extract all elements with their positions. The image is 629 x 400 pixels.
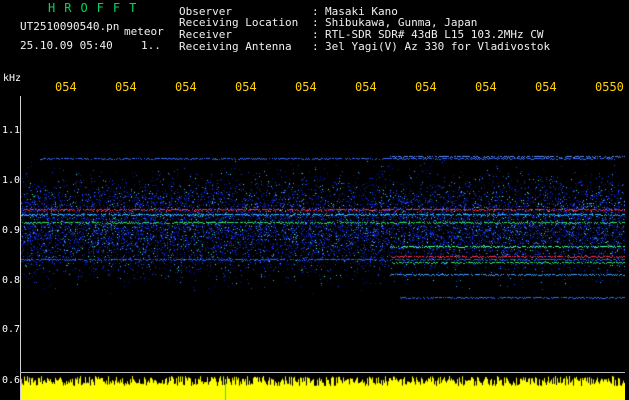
app-brand: HROFFT bbox=[48, 1, 146, 15]
time-tick: 054 bbox=[355, 80, 377, 94]
time-tick: 054 bbox=[175, 80, 197, 94]
time-tick: 054 bbox=[415, 80, 437, 94]
freq-tick: 1.0 bbox=[2, 175, 21, 186]
file-name: UT2510090540.pn bbox=[20, 20, 120, 33]
spectrogram-plot bbox=[20, 96, 625, 400]
info-value-antenna: 3el Yagi(V) Az 330 for Vladivostok bbox=[325, 40, 551, 53]
capture-datetime: 25.10.09 05:40 bbox=[20, 39, 113, 52]
marker-label: 1.. bbox=[141, 39, 161, 52]
mode-label: meteor bbox=[124, 25, 164, 38]
time-tick: 0550 bbox=[595, 80, 624, 94]
freq-tick: 0.8 bbox=[2, 275, 21, 286]
y-axis-unit: kHz bbox=[3, 73, 22, 84]
time-tick: 054 bbox=[235, 80, 257, 94]
time-tick: 054 bbox=[535, 80, 557, 94]
time-tick: 054 bbox=[115, 80, 137, 94]
info-colon: : bbox=[312, 40, 319, 53]
freq-tick: 0.6 bbox=[2, 375, 21, 386]
freq-tick: 0.9 bbox=[2, 225, 21, 236]
spectrogram-canvas bbox=[20, 96, 625, 400]
amplitude-baseline bbox=[20, 372, 625, 373]
info-key-antenna: Receiving Antenna bbox=[179, 40, 292, 53]
freq-tick: 0.7 bbox=[2, 324, 21, 335]
freq-tick: 1.1 bbox=[2, 125, 21, 136]
time-tick: 054 bbox=[475, 80, 497, 94]
time-tick: 054 bbox=[55, 80, 77, 94]
time-tick: 054 bbox=[295, 80, 317, 94]
